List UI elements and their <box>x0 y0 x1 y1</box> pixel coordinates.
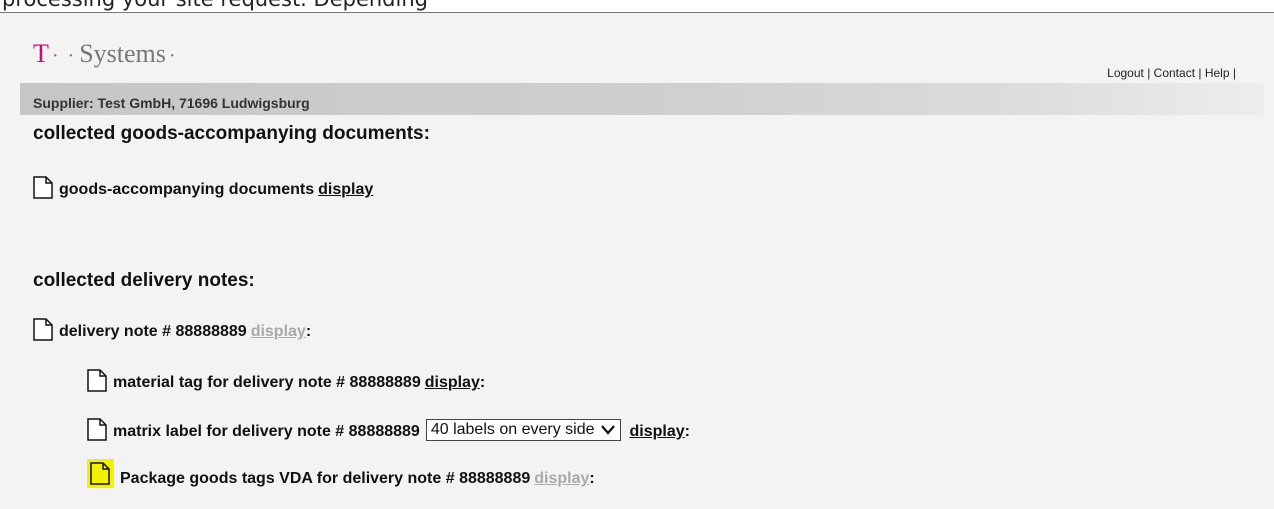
cropped-top-text: processing your site request. Depending <box>0 0 1274 12</box>
link-separator: | <box>1147 66 1151 80</box>
logo-end-dot: · <box>168 45 176 67</box>
package-tags-row: Package goods tags VDA for delivery note… <box>87 459 595 488</box>
document-icon <box>33 176 53 199</box>
goods-docs-display-link[interactable]: display <box>318 181 373 199</box>
package-tags-label: Package goods tags VDA for delivery note… <box>120 470 531 487</box>
document-icon <box>87 418 107 441</box>
supplier-bar: Supplier: Test GmbH, 71696 Ludwigsburg <box>20 83 1264 115</box>
material-tag-row: material tag for delivery note # 8888888… <box>87 369 485 392</box>
chevron-down-icon <box>601 425 616 435</box>
delivery-note-label: delivery note # 88888889 <box>59 323 247 340</box>
matrix-label-suffix: : <box>684 423 690 440</box>
page-header: T · · Systems · Logout | Contact | Help … <box>0 13 1274 82</box>
document-icon <box>33 318 53 341</box>
help-link[interactable]: Help <box>1205 66 1230 80</box>
package-tags-suffix: : <box>589 470 595 487</box>
delivery-note-suffix: : <box>305 323 312 340</box>
matrix-label-display-link[interactable]: display <box>629 423 684 441</box>
delivery-notes-heading: collected delivery notes: <box>33 270 255 291</box>
logo-t-letter: T <box>33 39 49 68</box>
matrix-label-row: matrix label for delivery note # 8888888… <box>87 418 690 441</box>
delivery-note-display-link[interactable]: display <box>251 323 306 341</box>
logout-link[interactable]: Logout <box>1107 66 1144 80</box>
goods-docs-label: goods-accompanying documents <box>59 181 315 198</box>
tsystems-logo: T · · Systems · <box>33 39 176 69</box>
goods-docs-heading: collected goods-accompanying documents: <box>33 123 430 144</box>
cropped-browser-text: processing your site request. Depending <box>2 0 428 11</box>
material-tag-suffix: : <box>479 374 486 391</box>
material-tag-label: material tag for delivery note # 8888888… <box>113 374 421 391</box>
matrix-label-label: matrix label for delivery note # 8888888… <box>113 423 420 440</box>
supplier-info: Supplier: Test GmbH, 71696 Ludwigsburg <box>33 95 310 111</box>
select-value: 40 labels on every side <box>430 421 595 438</box>
contact-link[interactable]: Contact <box>1154 66 1195 80</box>
goods-docs-row: goods-accompanying documents display <box>33 176 373 199</box>
document-highlighted-icon <box>87 459 114 488</box>
logo-wordmark: Systems <box>79 39 166 68</box>
document-icon <box>87 369 107 392</box>
material-tag-display-link[interactable]: display <box>425 374 480 392</box>
delivery-note-row: delivery note # 88888889 display : <box>33 318 311 341</box>
link-separator: | <box>1198 66 1202 80</box>
link-separator: | <box>1232 66 1236 80</box>
header-links: Logout | Contact | Help | <box>1107 66 1236 80</box>
package-tags-display-link[interactable]: display <box>534 470 589 488</box>
logo-dots: · · <box>51 45 77 67</box>
labels-per-side-select[interactable]: 40 labels on every side <box>425 419 622 441</box>
